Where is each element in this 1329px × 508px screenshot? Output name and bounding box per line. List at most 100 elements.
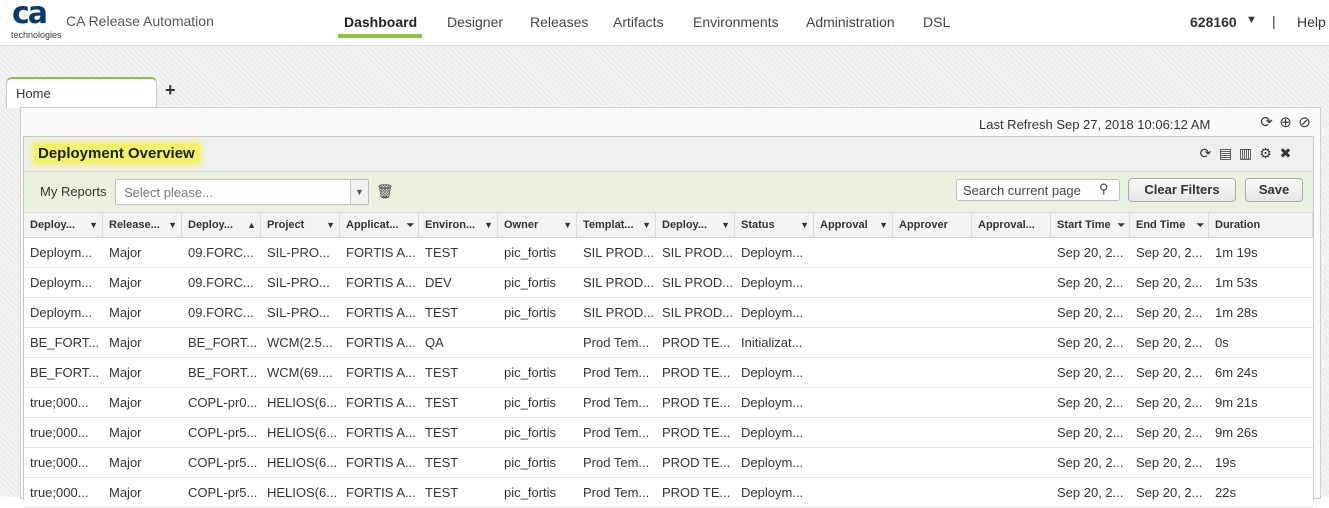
table-cell: HELIOS(6... (267, 455, 338, 470)
chevron-down-icon[interactable]: ▼ (350, 180, 368, 204)
nav-dsl[interactable]: DSL (923, 14, 950, 30)
column-header[interactable]: Project ▼ (261, 213, 340, 237)
nav-designer[interactable]: Designer (447, 14, 503, 30)
column-menu-icon[interactable]: ▼ (168, 213, 177, 237)
app-title: CA Release Automation (66, 13, 214, 29)
nav-artifacts[interactable]: Artifacts (613, 14, 664, 30)
column-menu-icon[interactable]: ▼ (563, 213, 572, 237)
column-header[interactable]: Applicat... ⏷ (340, 213, 419, 237)
table-cell: HELIOS(6... (267, 425, 338, 440)
table-cell: SIL-PRO... (267, 305, 330, 320)
column-header[interactable]: Deploy... ▼ (24, 213, 103, 237)
export-pdf-icon[interactable]: ▥ (1237, 145, 1254, 162)
tab-home[interactable]: Home (6, 77, 157, 108)
table-row[interactable]: true;000... Major COPL-pr5... HELIOS(6... FO… (24, 478, 1313, 508)
export-document-icon[interactable]: ▤ (1217, 145, 1234, 162)
filter-icon[interactable]: ⏷ (1118, 213, 1125, 237)
table-cell: Sep 20, 2... (1057, 485, 1124, 500)
active-nav-indicator (338, 34, 422, 38)
table-row[interactable]: BE_FORT... Major BE_FORT... WCM(69.... FORTI… (24, 358, 1313, 388)
table-row[interactable]: Deploym... Major 09.FORC... SIL-PRO... FORTI… (24, 298, 1313, 328)
table-cell: Sep 20, 2... (1057, 395, 1124, 410)
table-cell: BE_FORT... (188, 365, 258, 380)
column-menu-icon[interactable]: ▼ (642, 213, 651, 237)
table-row[interactable]: true;000... Major COPL-pr5... HELIOS(6... FO… (24, 418, 1313, 448)
gear-icon[interactable]: ⚙ (1257, 145, 1274, 162)
table-cell: Deploym... (741, 485, 804, 500)
column-header[interactable]: Deploy... ▲ (182, 213, 261, 237)
nav-administration[interactable]: Administration (806, 14, 895, 30)
table-cell: Deploym... (741, 365, 804, 380)
table-cell: pic_fortis (504, 485, 557, 500)
compass-icon[interactable]: ⊘ (1296, 114, 1313, 131)
column-header[interactable]: End Time ⏷ (1130, 213, 1209, 237)
table-cell: TEST (425, 245, 459, 260)
caret-down-icon[interactable]: ▼ (1246, 14, 1257, 26)
nav-environments[interactable]: Environments (693, 14, 779, 30)
table-cell: FORTIS A... (346, 305, 416, 320)
table-cell: SIL PROD... (662, 275, 734, 290)
table-cell: pic_fortis (504, 305, 557, 320)
help-link[interactable]: Help (1297, 14, 1326, 30)
table-cell: PROD TE... (662, 395, 731, 410)
table-cell (893, 298, 972, 327)
column-menu-icon[interactable]: ▼ (484, 213, 493, 237)
column-header[interactable]: Duration (1209, 213, 1313, 237)
close-icon[interactable]: ✖ (1277, 145, 1294, 162)
column-header[interactable]: Approver (893, 213, 972, 237)
table-cell: Deploym... (741, 275, 804, 290)
column-header[interactable]: Status ▼ (735, 213, 814, 237)
filter-icon[interactable]: ⏷ (407, 213, 414, 237)
refresh-icon[interactable]: ⟳ (1258, 114, 1275, 131)
table-cell (893, 478, 972, 507)
table-header-row: Deploy... ▼ Release... ▼ Deploy... ▲ Project ▼ A… (24, 213, 1313, 238)
table-cell: Sep 20, 2... (1136, 395, 1203, 410)
my-reports-label: My Reports (40, 184, 107, 199)
widget-refresh-icon[interactable]: ⟳ (1197, 145, 1214, 162)
column-menu-icon[interactable]: ▼ (89, 213, 98, 237)
table-row[interactable]: BE_FORT... Major BE_FORT... WCM(2.5... FORTI… (24, 328, 1313, 358)
column-menu-icon[interactable]: ▼ (879, 213, 888, 237)
nav-releases[interactable]: Releases (530, 14, 588, 30)
table-cell (972, 298, 1051, 327)
user-menu[interactable]: 628160 (1190, 14, 1237, 30)
table-cell (893, 238, 972, 267)
nav-dashboard[interactable]: Dashboard (344, 14, 417, 30)
column-menu-icon[interactable]: ▼ (721, 213, 730, 237)
filter-icon[interactable]: ⏷ (1197, 213, 1204, 237)
clear-filters-button[interactable]: Clear Filters (1128, 178, 1236, 202)
search-input[interactable]: Search current page ⚲ (956, 179, 1120, 201)
add-widget-icon[interactable]: ⊕ (1277, 114, 1294, 131)
column-header[interactable]: Environ... ▼ (419, 213, 498, 237)
column-header[interactable]: Deploy... ▼ (656, 213, 735, 237)
sort-icon[interactable]: ▲ (247, 213, 256, 237)
column-header[interactable]: Approval... (972, 213, 1051, 237)
table-cell (893, 358, 972, 387)
column-menu-icon[interactable]: ▼ (326, 213, 335, 237)
my-reports-select[interactable]: Select please... ▼ (115, 179, 369, 205)
table-cell: Deploym... (741, 305, 804, 320)
table-cell: DEV (425, 275, 452, 290)
table-cell: Major (109, 425, 142, 440)
table-cell (893, 328, 972, 357)
column-header-label: Applicat... (346, 219, 399, 231)
add-tab-icon[interactable]: + (165, 80, 176, 101)
ca-logo[interactable]: ca technologies (10, 0, 62, 42)
table-cell: Sep 20, 2... (1057, 335, 1124, 350)
table-row[interactable]: Deploym... Major 09.FORC... SIL-PRO... FORTI… (24, 268, 1313, 298)
search-icon[interactable]: ⚲ (1099, 181, 1109, 197)
column-header[interactable]: Release... ▼ (103, 213, 182, 237)
column-header[interactable]: Start Time ⏷ (1051, 213, 1130, 237)
column-header[interactable]: Approval ▼ (814, 213, 893, 237)
column-header[interactable]: Owner ▼ (498, 213, 577, 237)
save-button[interactable]: Save (1245, 178, 1303, 202)
table-row[interactable]: true;000... Major COPL-pr5... HELIOS(6... FO… (24, 448, 1313, 478)
table-cell (893, 418, 972, 447)
table-row[interactable]: true;000... Major COPL-pr0... HELIOS(6... FO… (24, 388, 1313, 418)
table-cell (893, 268, 972, 297)
trash-icon[interactable]: 🗑 (376, 183, 394, 200)
table-row[interactable]: Deploym... Major 09.FORC... SIL-PRO... FORTI… (24, 238, 1313, 268)
column-menu-icon[interactable]: ▼ (800, 213, 809, 237)
column-header[interactable]: Templat... ▼ (577, 213, 656, 237)
table-cell: HELIOS(6... (267, 485, 338, 500)
